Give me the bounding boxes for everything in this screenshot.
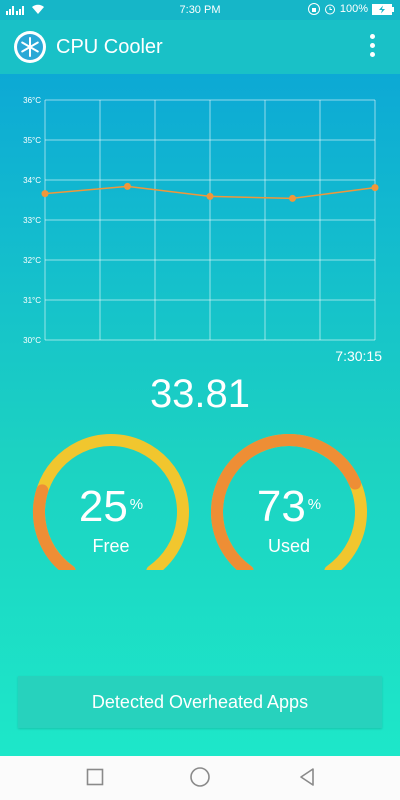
used-label: Used [267,536,311,556]
gauge-value: 25% [26,482,196,532]
percent-sign: % [129,496,144,513]
status-right-icons: 100% [307,3,394,15]
data-point [124,182,131,190]
more-vert-icon[interactable] [366,32,378,64]
y-tick-label: 32°C [23,256,41,265]
battery-text: 100% [339,3,368,15]
home-icon[interactable] [185,762,215,792]
app-title: CPU Cooler [56,36,163,58]
current-temperature: 33.81 [149,372,251,416]
used-percent-value: 73 [256,482,306,531]
y-tick-label: 34°C [23,176,41,185]
app-screen: 7:30 PM 100% CPU Cooler 36°C 35°C 34°C 3… [0,0,400,756]
free-percent-value: 25 [78,482,128,531]
data-point [289,194,296,202]
snowflake-icon [14,31,46,63]
free-label: Free [92,536,130,556]
used-gauge: 73% Used [204,430,374,570]
temperature-chart: 36°C 35°C 34°C 33°C 32°C 31°C 30°C [23,96,379,345]
y-tick-label: 36°C [23,96,41,105]
y-tick-label: 30°C [23,336,41,345]
y-tick-label: 35°C [23,136,41,145]
gauge-value: 73% [204,482,374,532]
recent-apps-icon[interactable] [80,762,110,792]
back-icon[interactable] [292,762,322,792]
y-tick-label: 31°C [23,296,41,305]
data-point [206,192,214,200]
navigation-bar [0,756,400,800]
y-tick-label: 33°C [23,216,41,225]
percent-sign: % [307,496,322,513]
detected-overheated-apps-button[interactable]: Detected Overheated Apps [18,676,382,728]
battery-charging-icon [372,3,394,15]
data-point [41,190,49,198]
status-bar: 7:30 PM 100% [0,0,400,20]
app-bar: CPU Cooler [0,20,400,74]
chart-time-label: 7:30:15 [335,348,382,364]
data-point [371,184,379,192]
free-gauge: 25% Free [26,430,196,570]
lock-icon [307,3,320,15]
alarm-icon [324,4,335,15]
